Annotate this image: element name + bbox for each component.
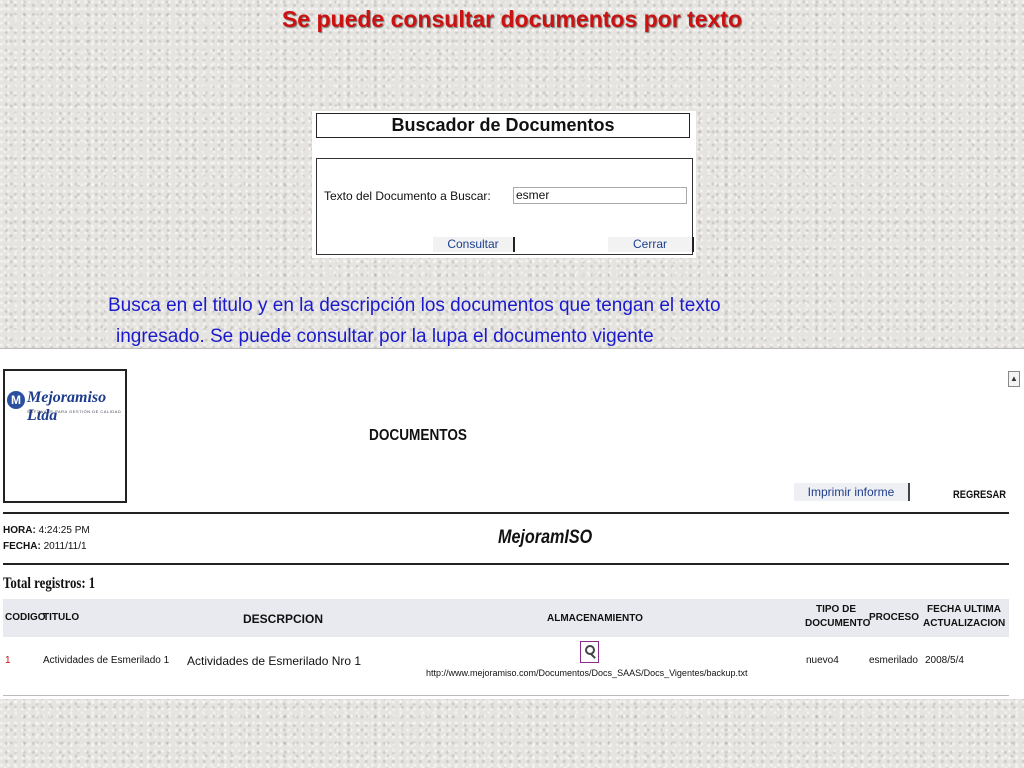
brand-name: MejoramISO xyxy=(498,527,593,548)
col-descripcion: DESCRPCION xyxy=(243,612,324,626)
cell-titulo: Actividades de Esmerilado 1 xyxy=(43,655,170,666)
description-line-1: Busca en el titulo y en la descripción l… xyxy=(108,295,721,316)
search-input[interactable] xyxy=(513,187,687,204)
table-header: CODIGO TITULO DESCRPCION ALMACENAMIENTO … xyxy=(3,599,1009,637)
search-form: Texto del Documento a Buscar: Consultar … xyxy=(316,158,694,255)
divider xyxy=(3,563,1009,565)
consultar-button[interactable]: Consultar xyxy=(433,237,515,252)
print-report-button[interactable]: Imprimir informe xyxy=(794,483,910,501)
col-proceso: PROCESO xyxy=(869,612,920,623)
divider xyxy=(3,512,1009,514)
slide-title: Se puede consultar documentos por texto xyxy=(281,6,743,32)
report-title: DOCUMENTOS xyxy=(369,427,467,444)
date-row: FECHA: 2011/11/1 xyxy=(3,541,87,552)
date-label: FECHA: xyxy=(3,541,41,552)
cell-proceso: esmerilado xyxy=(869,655,918,666)
col-fecha-line1: FECHA ULTIMA xyxy=(927,604,1001,615)
documents-window: ▲ M Mejoramiso Ltda SOFTWARE PARA GESTIÓ… xyxy=(0,348,1024,699)
back-link[interactable]: REGRESAR xyxy=(953,489,1006,501)
cerrar-button[interactable]: Cerrar xyxy=(608,237,694,252)
total-records: Total registros: 1 xyxy=(3,575,96,592)
time-value: 4:24:25 PM xyxy=(38,525,90,536)
cell-descripcion: Actividades de Esmerilado Nro 1 xyxy=(187,654,362,668)
search-dialog-header: Buscador de Documentos xyxy=(316,113,690,138)
logo-mark-icon: M xyxy=(7,391,25,409)
time-row: HORA: 4:24:25 PM xyxy=(3,525,90,536)
magnifier-icon[interactable] xyxy=(580,641,599,663)
date-value: 2011/11/1 xyxy=(43,541,87,552)
cell-tipo: nuevo4 xyxy=(806,655,839,666)
cell-almacenamiento-url[interactable]: http://www.mejoramiso.com/Documentos/Doc… xyxy=(426,668,747,678)
col-almacenamiento: ALMACENAMIENTO xyxy=(547,613,643,624)
documents-report: M Mejoramiso Ltda SOFTWARE PARA GESTIÓN … xyxy=(3,367,1009,697)
logo-subtext: SOFTWARE PARA GESTIÓN DE CALIDAD xyxy=(27,409,122,414)
col-titulo: TITULO xyxy=(43,612,80,623)
col-tipo-line2: DOCUMENTO xyxy=(805,618,871,629)
search-label: Texto del Documento a Buscar: xyxy=(324,189,491,203)
col-fecha-line2: ACTUALIZACION xyxy=(923,618,1006,629)
search-dialog: Buscador de Documentos Texto del Documen… xyxy=(312,111,696,258)
col-codigo: CODIGO xyxy=(5,612,46,623)
col-fecha: FECHA ULTIMA ACTUALIZACION xyxy=(923,603,1005,631)
logo-text: Mejoramiso Ltda xyxy=(27,389,107,424)
cell-fecha: 2008/5/4 xyxy=(925,655,964,666)
slide-description: Busca en el titulo y en la descripción l… xyxy=(108,290,968,352)
time-label: HORA: xyxy=(3,525,36,536)
col-tipo-line1: TIPO DE xyxy=(815,604,856,615)
scroll-up-button[interactable]: ▲ xyxy=(1008,371,1020,387)
company-logo: M Mejoramiso Ltda SOFTWARE PARA GESTIÓN … xyxy=(3,369,127,503)
divider xyxy=(3,695,1009,696)
col-tipo: TIPO DE DOCUMENTO xyxy=(805,603,871,631)
cell-codigo: 1 xyxy=(5,655,11,666)
